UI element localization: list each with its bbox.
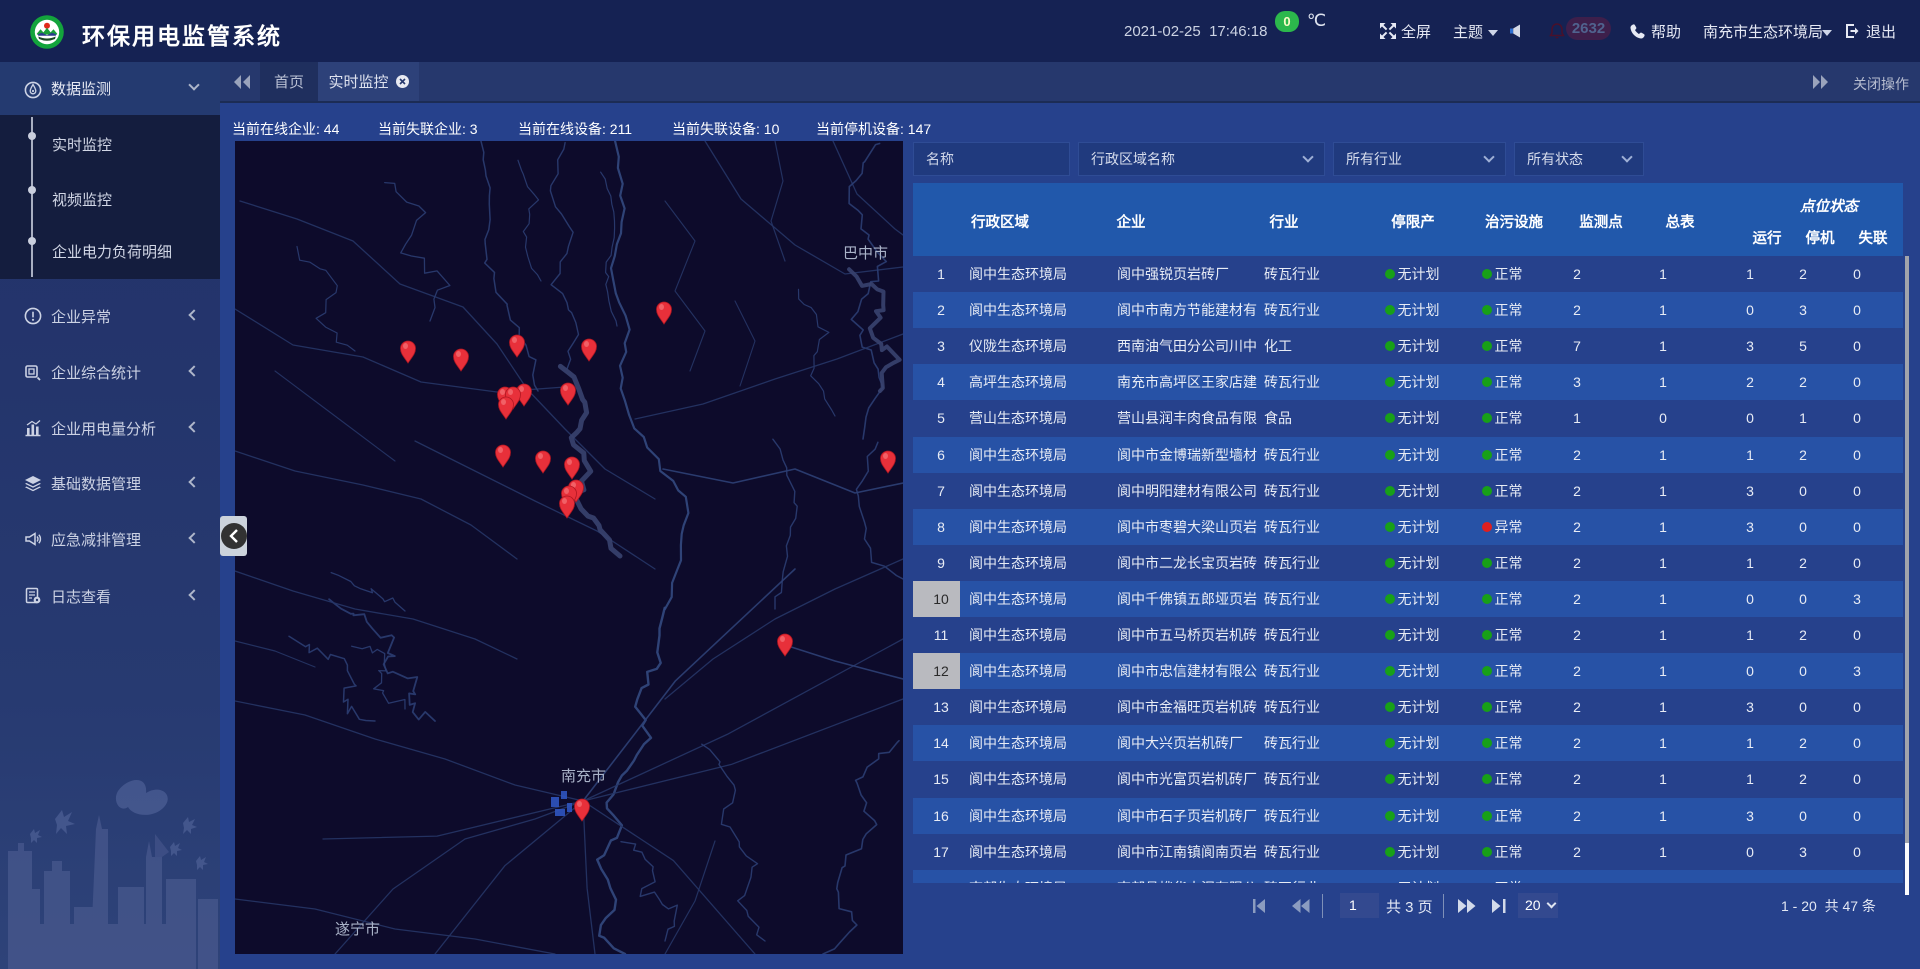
svg-text:南充市: 南充市 [561,768,606,785]
svg-text:遂宁市: 遂宁市 [335,921,380,938]
svg-text:巴中市: 巴中市 [843,245,888,262]
